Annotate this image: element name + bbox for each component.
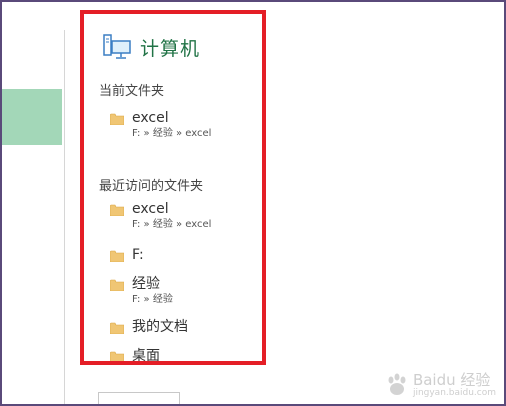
folder-name: 我的文档	[132, 319, 188, 335]
folder-icon	[110, 279, 124, 291]
current-folder-item[interactable]: excel F: » 经验 » excel	[110, 110, 211, 141]
recent-folder-item[interactable]: 桌面	[110, 348, 160, 364]
recent-folders-label: 最近访问的文件夹	[99, 179, 204, 194]
computer-title: 计算机	[140, 37, 201, 60]
folder-name: excel	[132, 110, 169, 126]
watermark-url: jingyan.baidu.com	[412, 388, 496, 398]
recent-folder-item[interactable]: excel F: » 经验 » excel	[110, 201, 211, 232]
folder-name: 经验	[132, 276, 160, 292]
folder-icon	[110, 322, 124, 334]
selected-nav-item-highlight[interactable]	[2, 89, 62, 145]
folder-icon	[110, 204, 124, 216]
panel-divider	[64, 30, 65, 406]
browse-button[interactable]	[98, 392, 180, 406]
recent-folder-item[interactable]: 我的文档	[110, 319, 188, 335]
computer-icon	[103, 34, 131, 59]
folder-name: excel	[132, 201, 169, 217]
folder-name: 桌面	[132, 348, 160, 364]
left-navigation-strip	[2, 2, 62, 404]
computer-header[interactable]: 计算机	[102, 32, 200, 62]
recent-folder-item[interactable]: 经验 F: » 经验	[110, 276, 173, 307]
folder-path: F: » 经验	[132, 294, 173, 305]
computer-folder-panel: 计算机 当前文件夹 excel F: » 经验 » excel 最近访问的文件夹…	[80, 10, 266, 365]
folder-icon	[110, 351, 124, 361]
baidu-watermark: Baidu 经验 jingyan.baidu.com	[384, 372, 496, 398]
folder-icon	[110, 250, 124, 262]
watermark-text: Baidu 经验	[412, 371, 491, 389]
folder-icon	[110, 113, 124, 125]
recent-folder-item[interactable]: F:	[110, 247, 144, 263]
paw-icon	[388, 373, 406, 395]
current-folder-label: 当前文件夹	[99, 84, 165, 99]
folder-path: F: » 经验 » excel	[132, 128, 212, 139]
folder-path: F: » 经验 » excel	[132, 219, 212, 230]
folder-name: F:	[132, 247, 144, 263]
